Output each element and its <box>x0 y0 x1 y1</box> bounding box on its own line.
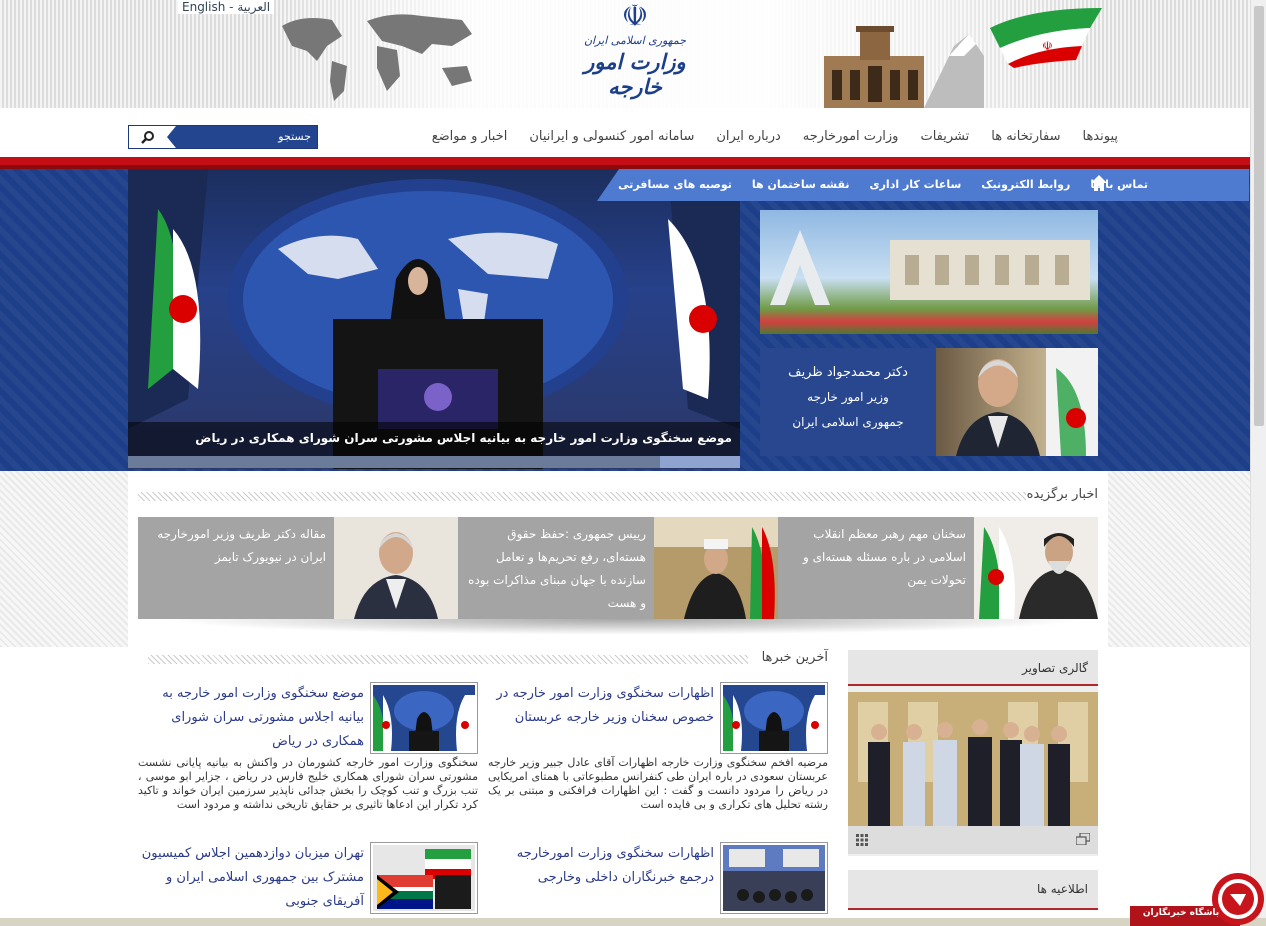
news-thumbnail[interactable] <box>370 682 478 754</box>
featured-card-image <box>334 517 458 619</box>
fullscreen-icon[interactable] <box>1076 833 1090 845</box>
news-item[interactable]: اظهارات سخنگوی وزارت امور خارجه در خصوص … <box>488 682 828 822</box>
news-thumbnail-image <box>723 845 825 911</box>
gallery-controls <box>848 826 1098 854</box>
nav-item-links[interactable]: پیوندها <box>1082 129 1118 144</box>
gallery-title[interactable]: گالری تصاویر <box>1022 661 1088 675</box>
south-africa-iran-flags-image <box>373 845 475 911</box>
svg-text:☫: ☫ <box>1042 39 1053 53</box>
minister-title: وزیر امور خارجه <box>807 390 889 404</box>
subnav-building-map[interactable]: نقشه ساختمان ها <box>752 178 850 191</box>
lang-separator: - <box>229 0 234 14</box>
ministry-logo[interactable]: ☫ جمهوری اسلامی ایران وزارت امور خارجه <box>565 0 705 99</box>
featured-card[interactable]: مقاله دکتر ظریف وزیر امورخارجه ایران در … <box>138 517 458 619</box>
logo-line1: جمهوری اسلامی ایران <box>583 34 687 47</box>
news-title[interactable]: اظهارات سخنگوی وزارت امورخارجه درجمع خبر… <box>484 842 714 890</box>
grid-icon[interactable] <box>856 834 868 846</box>
sub-navigation: توصیه های مسافرتی نقشه ساختمان ها ساعات … <box>618 178 1148 191</box>
slide-caption[interactable]: موضع سخنگوی وزارت امور خارجه به بیانیه ا… <box>128 422 740 456</box>
ministry-building-banner[interactable] <box>760 210 1098 334</box>
featured-card-text[interactable]: رییس جمهوری :حفظ حقوق هسته‌ای، رفع تحریم… <box>466 523 646 615</box>
azadi-tower-image <box>770 230 1090 305</box>
latest-news-title: آخرین خبرها <box>761 650 828 665</box>
minister-name[interactable]: دکتر محمدجواد ظریف <box>760 360 936 385</box>
language-switch: English - العربية <box>178 0 275 14</box>
search-button[interactable] <box>129 126 167 148</box>
nav-item-about-iran[interactable]: درباره ایران <box>716 129 780 144</box>
news-thumbnail[interactable] <box>370 842 478 914</box>
news-item[interactable]: موضع سخنگوی وزارت امور خارجه به بیانیه ا… <box>138 682 478 822</box>
iran-emblem-icon: ☫ <box>621 0 649 34</box>
minister-photo[interactable] <box>936 348 1098 456</box>
main-navigation: اخبار و مواضع سامانه امور کنسولی و ایران… <box>432 129 1118 144</box>
vertical-scrollbar[interactable] <box>1250 0 1266 926</box>
featured-title-rule <box>138 492 1026 501</box>
news-title[interactable]: اظهارات سخنگوی وزارت امور خارجه در خصوص … <box>484 682 714 730</box>
featured-card[interactable]: رییس جمهوری :حفظ حقوق هسته‌ای، رفع تحریم… <box>458 517 778 619</box>
news-thumbnail-image <box>723 685 825 751</box>
featured-card-image <box>974 517 1098 619</box>
taskbar-strip <box>0 918 1266 926</box>
lang-arabic-link[interactable]: العربية <box>237 0 270 14</box>
ministry-building-graphic <box>824 26 984 108</box>
iran-flag-graphic: ☫ <box>990 8 1102 68</box>
world-map-graphic <box>282 14 472 101</box>
news-item[interactable]: تهران میزبان دوازدهمین اجلاس کمیسیون مشت… <box>138 842 478 916</box>
search-input[interactable]: جستجو <box>167 126 317 148</box>
watermark-text: باشگاه خبرنگاران <box>1142 908 1220 918</box>
news-item[interactable]: اظهارات سخنگوی وزارت امورخارجه درجمع خبر… <box>488 842 828 916</box>
red-divider <box>0 157 1250 169</box>
slide-indicator-active[interactable] <box>660 456 740 468</box>
news-title[interactable]: موضع سخنگوی وزارت امور خارجه به بیانیه ا… <box>134 682 364 754</box>
news-description: سخنگوی وزارت امور خارجه کشورمان در واکنش… <box>138 756 478 811</box>
featured-title: اخبار برگزیده <box>1026 487 1098 502</box>
subnav-contact[interactable]: تماس با ما <box>1090 178 1148 191</box>
slide-indicator-bar[interactable] <box>128 456 740 468</box>
gallery-photo <box>848 692 1098 826</box>
nav-item-news[interactable]: اخبار و مواضع <box>432 129 508 144</box>
minister-portrait <box>956 348 1098 456</box>
nav-item-consular[interactable]: سامانه امور کنسولی و ایرانیان <box>529 129 694 144</box>
search-box: جستجو <box>128 125 318 149</box>
subnav-office-hours[interactable]: ساعات کار اداری <box>870 178 962 191</box>
featured-card-text[interactable]: سخنان مهم رهبر معظم انقلاب اسلامی در بار… <box>786 523 966 592</box>
lang-english-link[interactable]: English <box>182 0 225 14</box>
news-description: مرضیه افخم سخنگوی وزارت خارجه اظهارات آق… <box>488 756 828 810</box>
news-title[interactable]: تهران میزبان دوازدهمین اجلاس کمیسیون مشت… <box>134 842 364 914</box>
featured-shadow <box>160 619 1090 635</box>
search-icon <box>141 131 154 144</box>
subnav-travel-advice[interactable]: توصیه های مسافرتی <box>618 178 732 191</box>
featured-card-text[interactable]: مقاله دکتر ظریف وزیر امورخارجه ایران در … <box>146 523 326 569</box>
scrollbar-thumb[interactable] <box>1254 6 1264 426</box>
news-thumbnail[interactable] <box>720 842 828 914</box>
featured-card[interactable]: سخنان مهم رهبر معظم انقلاب اسلامی در بار… <box>778 517 1098 619</box>
featured-card-image <box>654 517 778 619</box>
nav-item-protocol[interactable]: تشریفات <box>920 129 969 144</box>
gallery-image[interactable] <box>848 692 1098 826</box>
latest-news-title-rule <box>148 655 748 664</box>
nav-item-ministry[interactable]: وزارت امورخارجه <box>803 129 899 144</box>
announcements-title[interactable]: اطلاعیه ها <box>1037 882 1088 896</box>
subnav-e-relations[interactable]: روابط الکترونیک <box>981 178 1070 191</box>
nav-item-embassies[interactable]: سفارتخانه ها <box>991 129 1060 144</box>
minister-info: دکتر محمدجواد ظریف وزیر امور خارجه جمهور… <box>760 360 936 435</box>
logo-line2: وزارت امور خارجه <box>584 49 686 99</box>
news-thumbnail[interactable] <box>720 682 828 754</box>
news-thumbnail-image <box>373 685 475 751</box>
minister-country: جمهوری اسلامی ایران <box>792 415 904 429</box>
